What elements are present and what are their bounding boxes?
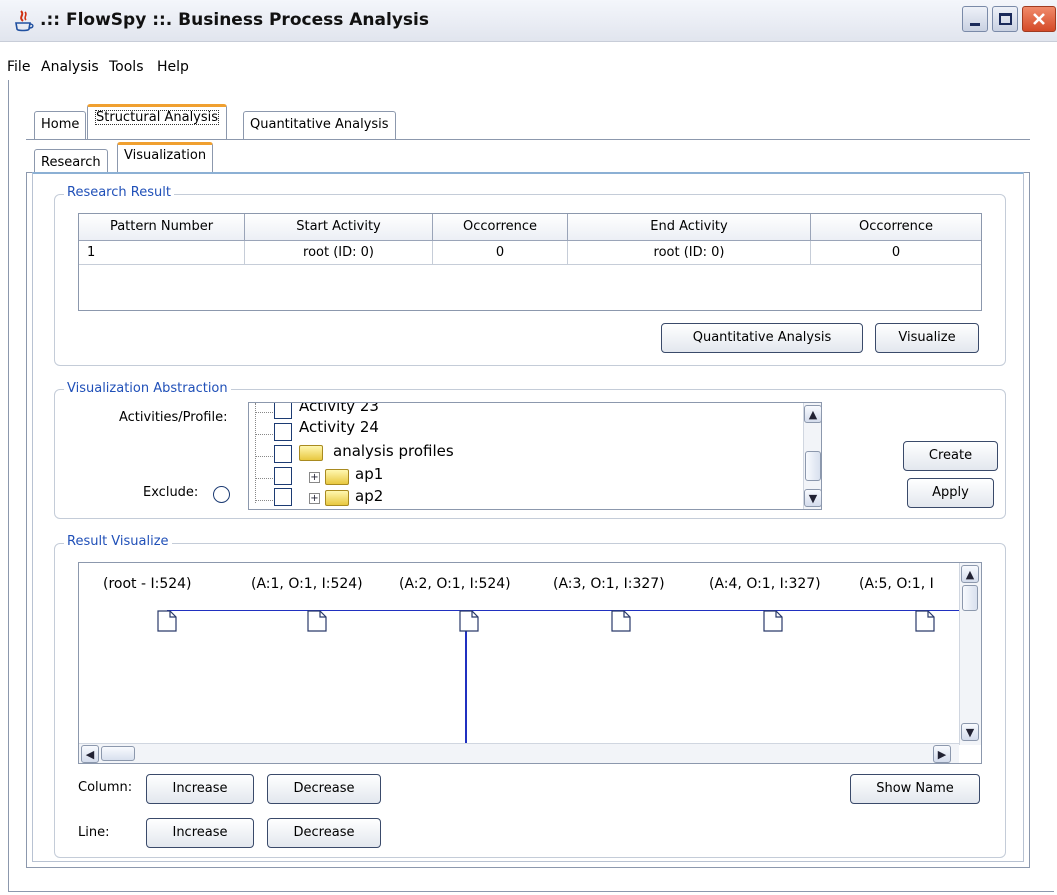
tree-scrollbar[interactable]: ▲ ▼ — [803, 403, 821, 509]
result-visualize-canvas: (root - I:524) (A:1, O:1, I:524) (A:2, O… — [78, 562, 982, 764]
node-label: (root - I:524) — [103, 576, 192, 592]
connector-line — [167, 610, 959, 611]
scroll-thumb[interactable] — [962, 585, 978, 611]
scroll-up-icon[interactable]: ▲ — [961, 565, 979, 583]
tree-checkbox[interactable] — [274, 445, 292, 463]
tab-research[interactable]: Research — [34, 149, 108, 174]
column-decrease-button[interactable]: Decrease — [267, 774, 381, 804]
column-increase-button[interactable]: Increase — [146, 774, 254, 804]
tree-guide-line — [255, 478, 273, 479]
java-icon — [15, 10, 34, 32]
table-cell[interactable]: root (ID: 0) — [245, 241, 433, 265]
table-header[interactable]: Occorrence — [811, 214, 981, 241]
menu-analysis[interactable]: Analysis — [41, 59, 99, 75]
line-increase-button[interactable]: Increase — [146, 818, 254, 848]
exclude-label: Exclude: — [143, 485, 199, 500]
activities-tree: Activity 23 Activity 24 analysis profile… — [248, 402, 822, 510]
tab-visualization[interactable]: Visualization — [117, 142, 214, 174]
document-icon[interactable] — [915, 610, 935, 632]
tree-checkbox[interactable] — [274, 423, 292, 441]
table-cell[interactable]: root (ID: 0) — [568, 241, 811, 265]
tree-guide-line — [255, 500, 273, 501]
scroll-thumb[interactable] — [805, 451, 821, 481]
table-header[interactable]: Occorrence — [433, 214, 568, 241]
window-title: .:: FlowSpy ::. Business Process Analysi… — [40, 10, 429, 30]
table-cell[interactable]: 0 — [433, 241, 568, 265]
tab-home[interactable]: Home — [34, 111, 87, 139]
scroll-up-icon[interactable]: ▲ — [804, 405, 821, 423]
tree-item-analysis-profiles[interactable]: analysis profiles — [333, 442, 454, 460]
folder-icon — [299, 445, 323, 461]
tree-item-activity-24[interactable]: Activity 24 — [299, 418, 379, 436]
activities-profile-label: Activities/Profile: — [119, 410, 228, 425]
table-cell[interactable]: 0 — [811, 241, 981, 265]
tree-item-ap1[interactable]: ap1 — [355, 465, 383, 483]
document-icon[interactable] — [459, 610, 479, 632]
table-cell[interactable]: 1 — [79, 241, 245, 265]
viz-horizontal-scrollbar[interactable]: ◀ ▶ — [79, 743, 959, 763]
scroll-down-icon[interactable]: ▼ — [961, 723, 979, 741]
expand-icon[interactable]: + — [309, 493, 320, 504]
create-button[interactable]: Create — [903, 441, 998, 471]
scroll-left-icon[interactable]: ◀ — [81, 745, 99, 763]
show-name-button[interactable]: Show Name — [850, 774, 980, 804]
scroll-down-icon[interactable]: ▼ — [804, 489, 821, 507]
menu-tools[interactable]: Tools — [109, 59, 144, 75]
research-result-table: Pattern Number Start Activity Occorrence… — [78, 213, 982, 311]
tree-checkbox[interactable] — [274, 467, 292, 485]
node-label: (A:1, O:1, I:524) — [251, 576, 363, 592]
tree-checkbox[interactable] — [274, 403, 292, 419]
node-label: (A:2, O:1, I:524) — [399, 576, 511, 592]
table-header[interactable]: End Activity — [568, 214, 811, 241]
exclude-radio[interactable] — [213, 486, 230, 503]
tree-item-activity-23[interactable]: Activity 23 — [299, 403, 379, 415]
tab-strip-line — [26, 139, 1030, 140]
tree-checkbox[interactable] — [274, 488, 292, 506]
document-icon[interactable] — [157, 610, 177, 632]
visualize-button[interactable]: Visualize — [875, 323, 979, 353]
maximize-button[interactable] — [992, 6, 1018, 32]
tree-guide-line — [255, 403, 256, 503]
apply-button[interactable]: Apply — [907, 478, 994, 508]
minimize-icon — [970, 22, 980, 26]
menu-file[interactable]: File — [7, 59, 30, 75]
viz-vertical-scrollbar[interactable]: ▲ ▼ — [959, 563, 981, 745]
tab-structural-analysis[interactable]: Structural Analysis — [87, 104, 228, 139]
minimize-button[interactable] — [962, 6, 988, 32]
quantitative-analysis-button[interactable]: Quantitative Analysis — [661, 323, 863, 353]
scroll-thumb[interactable] — [101, 746, 135, 761]
scroll-right-icon[interactable]: ▶ — [933, 745, 951, 763]
node-label: (A:5, O:1, I — [859, 576, 934, 592]
result-visualize-title: Result Visualize — [64, 534, 172, 549]
tree-guide-line — [255, 456, 273, 457]
menu-help[interactable]: Help — [157, 59, 189, 75]
document-icon[interactable] — [611, 610, 631, 632]
tab-quantitative-analysis[interactable]: Quantitative Analysis — [243, 111, 396, 139]
line-label: Line: — [78, 825, 110, 840]
node-label: (A:4, O:1, I:327) — [709, 576, 821, 592]
table-header[interactable]: Pattern Number — [79, 214, 245, 241]
folder-icon — [325, 490, 349, 506]
visualization-abstraction-title: Visualization Abstraction — [64, 381, 231, 396]
document-icon[interactable] — [307, 610, 327, 632]
table-header[interactable]: Start Activity — [245, 214, 433, 241]
line-decrease-button[interactable]: Decrease — [267, 818, 381, 848]
maximize-icon — [998, 13, 1012, 25]
tree-item-ap2[interactable]: ap2 — [355, 487, 383, 505]
document-icon[interactable] — [763, 610, 783, 632]
tree-guide-line — [255, 412, 273, 413]
tree-guide-line — [255, 434, 273, 435]
expand-icon[interactable]: + — [309, 472, 320, 483]
close-icon — [1033, 13, 1045, 25]
node-label: (A:3, O:1, I:327) — [553, 576, 665, 592]
folder-icon — [325, 469, 349, 485]
column-label: Column: — [78, 780, 133, 795]
close-button[interactable] — [1022, 6, 1056, 32]
title-bar: .:: FlowSpy ::. Business Process Analysi… — [0, 0, 1057, 42]
research-result-title: Research Result — [64, 185, 174, 200]
tab-structural-analysis-label: Structural Analysis — [95, 110, 220, 125]
